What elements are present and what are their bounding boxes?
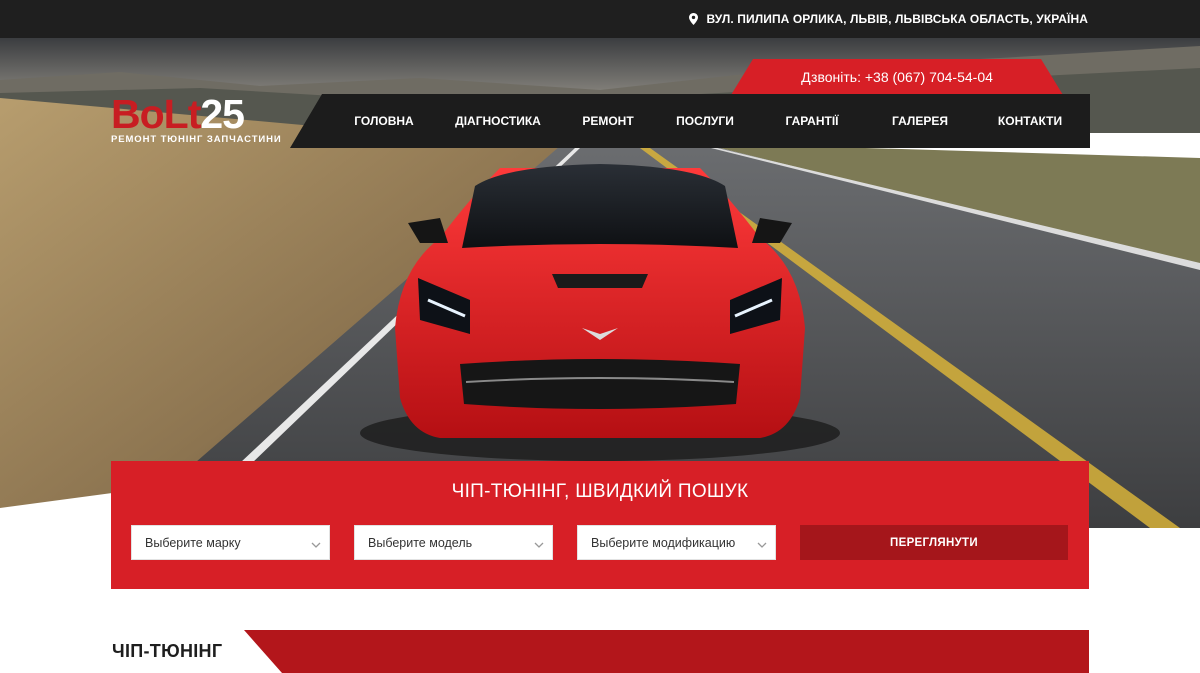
search-title: ЧІП-ТЮНІНГ, ШВИДКИЙ ПОШУК: [451, 481, 749, 502]
view-button[interactable]: ПЕРЕГЛЯНУТИ: [800, 525, 1068, 560]
logo-brand-part2: 25: [200, 91, 245, 137]
nav-item-diagnostics[interactable]: ДІАГНОСТИКА: [455, 94, 541, 148]
logo-mark: BoLt25: [111, 92, 282, 136]
main-nav: ГОЛОВНА ДІАГНОСТИКА РЕМОНТ ПОСЛУГИ ГАРАН…: [290, 94, 1090, 148]
select-model-value: Выберите модель: [368, 535, 473, 550]
nav-item-home[interactable]: ГОЛОВНА: [354, 94, 413, 148]
select-modification-value: Выберите модификацию: [591, 535, 736, 550]
select-make-value: Выберите марку: [145, 535, 241, 550]
address-text: ВУЛ. ПИЛИПА ОРЛИКА, ЛЬВІВ, ЛЬВІВСЬКА ОБЛ…: [706, 12, 1088, 26]
map-pin-icon: [689, 13, 699, 25]
nav-item-repair[interactable]: РЕМОНТ: [582, 94, 633, 148]
chevron-down-icon: [757, 538, 767, 552]
select-modification[interactable]: Выберите модификацию: [577, 525, 776, 560]
chip-tuning-search: ЧІП-ТЮНІНГ, ШВИДКИЙ ПОШУК Выберите марку…: [111, 461, 1089, 589]
section-title: ЧІП-ТЮНІНГ: [112, 641, 223, 661]
select-make[interactable]: Выберите марку: [131, 525, 330, 560]
call-button[interactable]: Дзвоніть: +38 (067) 704-54-04: [731, 59, 1063, 95]
top-bar: ВУЛ. ПИЛИПА ОРЛИКА, ЛЬВІВ, ЛЬВІВСЬКА ОБЛ…: [0, 0, 1200, 38]
call-label: Дзвоніть: +38 (067) 704-54-04: [801, 69, 993, 85]
logo-tagline: РЕМОНТ ТЮНІНГ ЗАПЧАСТИНИ: [111, 134, 282, 145]
nav-item-warranty[interactable]: ГАРАНТІЇ: [786, 94, 839, 148]
nav-item-contacts[interactable]: КОНТАКТИ: [998, 94, 1062, 148]
select-model[interactable]: Выберите модель: [354, 525, 553, 560]
nav-item-services[interactable]: ПОСЛУГИ: [676, 94, 734, 148]
hero-banner: BoLt25 РЕМОНТ ТЮНІНГ ЗАПЧАСТИНИ Дзвоніть…: [0, 38, 1200, 528]
chevron-down-icon: [311, 538, 321, 552]
section-title-bar: [244, 630, 1089, 673]
logo-brand-part1: BoLt: [111, 91, 201, 137]
chevron-down-icon: [534, 538, 544, 552]
logo[interactable]: BoLt25 РЕМОНТ ТЮНІНГ ЗАПЧАСТИНИ: [111, 92, 282, 145]
address: ВУЛ. ПИЛИПА ОРЛИКА, ЛЬВІВ, ЛЬВІВСЬКА ОБЛ…: [689, 0, 1088, 38]
nav-item-gallery[interactable]: ГАЛЕРЕЯ: [892, 94, 948, 148]
